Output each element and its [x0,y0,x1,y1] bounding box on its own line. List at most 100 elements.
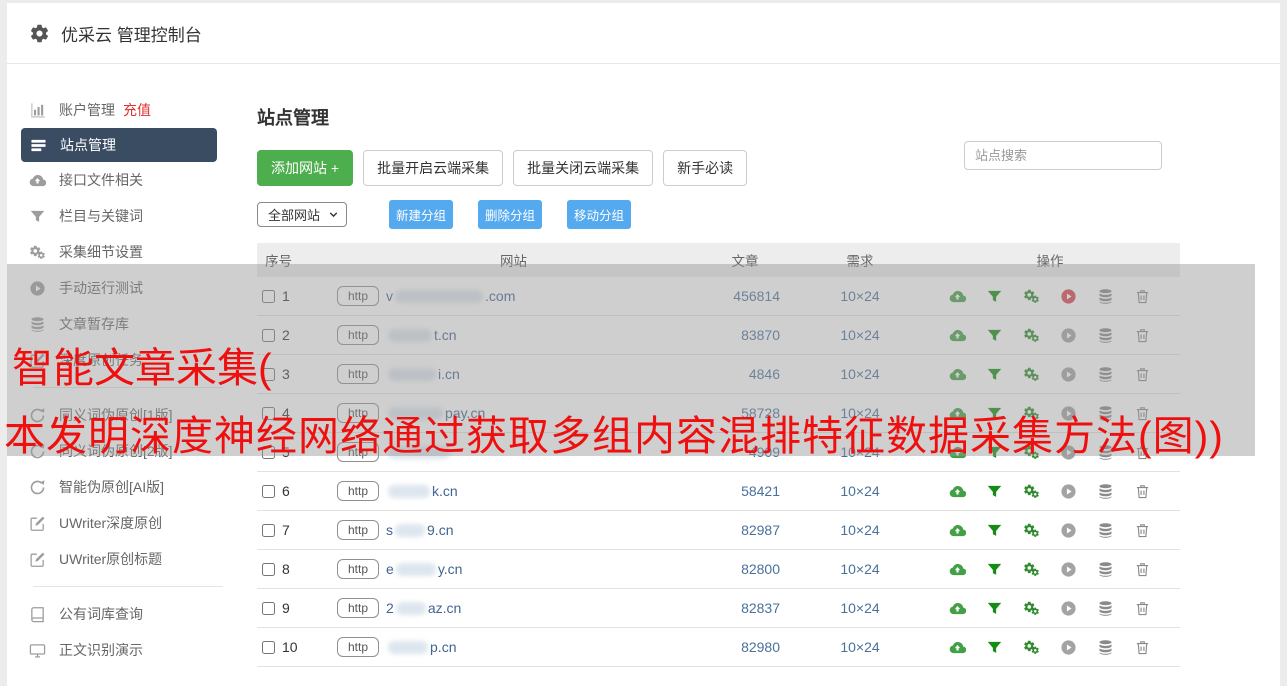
trash-icon[interactable] [1134,600,1151,617]
trash-icon[interactable] [1134,444,1151,461]
play-circle-icon[interactable] [1060,639,1077,656]
database-icon[interactable] [1097,639,1114,656]
cloud-upload-icon[interactable] [949,639,966,656]
row-checkbox[interactable] [262,523,275,537]
sidebar-item[interactable]: 站点管理 [21,128,217,162]
sidebar-item[interactable]: UWriter原创标题 [7,541,249,577]
cloud-upload-icon[interactable] [949,522,966,539]
sidebar-item[interactable]: 接口文件相关 [7,162,249,198]
database-icon[interactable] [1097,600,1114,617]
cloud-upload-icon[interactable] [949,483,966,500]
sidebar-item[interactable]: 正文识别演示 [7,632,249,668]
filter-icon[interactable] [986,366,1003,383]
protocol-button[interactable]: http [337,520,380,540]
delete-group-button[interactable]: 删除分组 [478,200,543,229]
cloud-upload-icon[interactable] [949,405,966,422]
protocol-button[interactable]: http [337,637,380,657]
filter-icon[interactable] [986,405,1003,422]
add-site-button[interactable]: 添加网站 + [257,150,354,186]
protocol-button[interactable]: http [337,442,380,462]
row-checkbox[interactable] [262,328,275,342]
gears-icon[interactable] [1023,639,1040,656]
play-circle-icon[interactable] [1060,444,1077,461]
filter-icon[interactable] [986,522,1003,539]
move-group-button[interactable]: 移动分组 [567,200,632,229]
cloud-upload-icon[interactable] [949,561,966,578]
sidebar-item[interactable]: 采集细节设置 [7,234,249,270]
filter-icon[interactable] [986,561,1003,578]
trash-icon[interactable] [1134,405,1151,422]
trash-icon[interactable] [1134,483,1151,500]
database-icon[interactable] [1097,288,1114,305]
new-group-button[interactable]: 新建分组 [389,200,454,229]
sidebar-item[interactable]: 深度原创任务 [7,342,249,378]
trash-icon[interactable] [1134,639,1151,656]
gears-icon[interactable] [1023,405,1040,422]
database-icon[interactable] [1097,327,1114,344]
database-icon[interactable] [1097,522,1114,539]
batch-open-cloud-button[interactable]: 批量开启云端采集 [363,150,504,186]
sidebar-item[interactable]: 同义词伪原创[1版] [7,397,249,433]
play-circle-icon[interactable] [1060,405,1077,422]
protocol-button[interactable]: http [337,364,380,384]
database-icon[interactable] [1097,483,1114,500]
row-checkbox[interactable] [262,640,275,654]
sidebar-item[interactable]: 账户管理 充值 [7,92,249,128]
filter-icon[interactable] [986,288,1003,305]
filter-icon[interactable] [986,639,1003,656]
cloud-upload-icon[interactable] [949,327,966,344]
gears-icon[interactable] [1023,444,1040,461]
cloud-upload-icon[interactable] [949,600,966,617]
sidebar-item[interactable]: 同义词伪原创[2版] [7,433,249,469]
trash-icon[interactable] [1134,366,1151,383]
gears-icon[interactable] [1023,522,1040,539]
database-icon[interactable] [1097,444,1114,461]
protocol-button[interactable]: http [337,481,380,501]
trash-icon[interactable] [1134,288,1151,305]
protocol-button[interactable]: http [337,403,380,423]
filter-icon[interactable] [986,600,1003,617]
row-checkbox[interactable] [262,406,275,420]
sidebar-item[interactable]: 公有词库查询 [7,596,249,632]
play-circle-icon[interactable] [1060,483,1077,500]
cloud-upload-icon[interactable] [949,288,966,305]
sidebar-item[interactable]: UWriter深度原创 [7,505,249,541]
protocol-button[interactable]: http [337,286,380,306]
sidebar-item[interactable]: 文章暂存库 [7,306,249,342]
gears-icon[interactable] [1023,483,1040,500]
sidebar-item[interactable]: 手动运行测试 [7,270,249,306]
play-circle-icon[interactable] [1060,561,1077,578]
row-checkbox[interactable] [262,601,275,615]
newbie-guide-button[interactable]: 新手必读 [663,150,748,186]
batch-close-cloud-button[interactable]: 批量关闭云端采集 [513,150,654,186]
row-checkbox[interactable] [262,484,275,498]
cloud-upload-icon[interactable] [949,444,966,461]
sidebar-item[interactable]: 智能伪原创[AI版] [7,469,249,505]
play-circle-icon[interactable] [1060,366,1077,383]
play-circle-icon[interactable] [1060,600,1077,617]
recharge-badge[interactable]: 充值 [123,100,151,120]
gears-icon[interactable] [1023,600,1040,617]
filter-icon[interactable] [986,444,1003,461]
sidebar-item[interactable]: 栏目与关键词 [7,198,249,234]
protocol-button[interactable]: http [337,559,380,579]
group-filter-select[interactable]: 全部网站 [257,202,348,227]
gears-icon[interactable] [1023,288,1040,305]
database-icon[interactable] [1097,366,1114,383]
play-circle-icon[interactable] [1060,327,1077,344]
gears-icon[interactable] [1023,327,1040,344]
play-circle-icon[interactable] [1060,288,1077,305]
database-icon[interactable] [1097,561,1114,578]
cloud-upload-icon[interactable] [949,366,966,383]
row-checkbox[interactable] [262,367,275,381]
search-input[interactable] [964,141,1162,170]
row-checkbox[interactable] [262,289,275,303]
database-icon[interactable] [1097,405,1114,422]
filter-icon[interactable] [986,483,1003,500]
trash-icon[interactable] [1134,561,1151,578]
gears-icon[interactable] [1023,561,1040,578]
trash-icon[interactable] [1134,522,1151,539]
protocol-button[interactable]: http [337,598,380,618]
gears-icon[interactable] [1023,366,1040,383]
protocol-button[interactable]: http [337,325,380,345]
